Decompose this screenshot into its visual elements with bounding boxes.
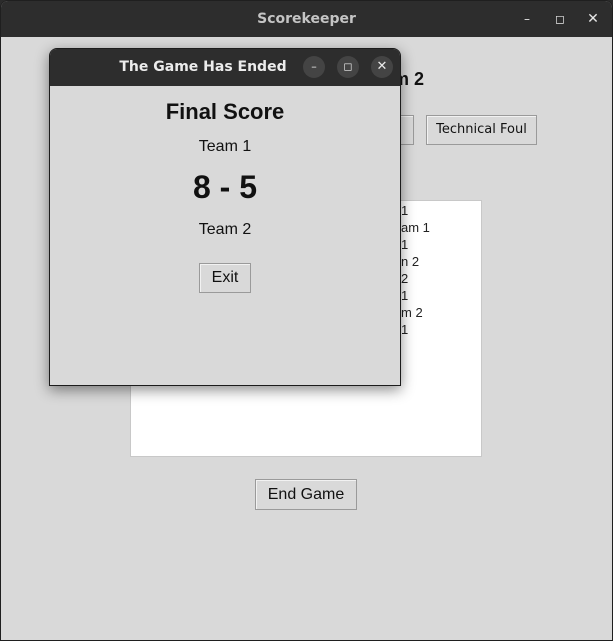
maximize-icon[interactable]: ◻	[337, 56, 359, 78]
log-line: 1	[401, 288, 409, 303]
team-1-label: Team 1	[198, 138, 252, 155]
log-line: 1	[401, 203, 409, 218]
dialog-titlebar[interactable]: The Game Has Ended – ◻ ✕	[50, 49, 400, 86]
end-game-button[interactable]: End Game	[255, 479, 357, 510]
game-ended-dialog: The Game Has Ended – ◻ ✕ Final Score Tea…	[49, 48, 401, 386]
minimize-icon[interactable]: –	[517, 9, 537, 29]
log-line: n 2	[401, 254, 420, 269]
close-icon[interactable]: ✕	[583, 9, 603, 29]
close-icon[interactable]: ✕	[371, 56, 393, 78]
log-line: 1	[401, 237, 409, 252]
main-titlebar[interactable]: Scorekeeper – ◻ ✕	[1, 1, 612, 37]
log-line: 2	[401, 271, 409, 286]
log-line: m 2	[401, 305, 423, 320]
log-line: 1	[401, 322, 409, 337]
exit-button[interactable]: Exit	[199, 263, 251, 293]
team-2-label: Team 2	[198, 221, 252, 238]
minimize-icon[interactable]: –	[303, 56, 325, 78]
technical-foul-button[interactable]: Technical Foul	[426, 115, 537, 145]
maximize-icon[interactable]: ◻	[550, 9, 570, 29]
final-score-heading: Final Score	[165, 99, 285, 124]
score-display: 8 - 5	[192, 169, 258, 205]
log-line: am 1	[401, 220, 430, 235]
